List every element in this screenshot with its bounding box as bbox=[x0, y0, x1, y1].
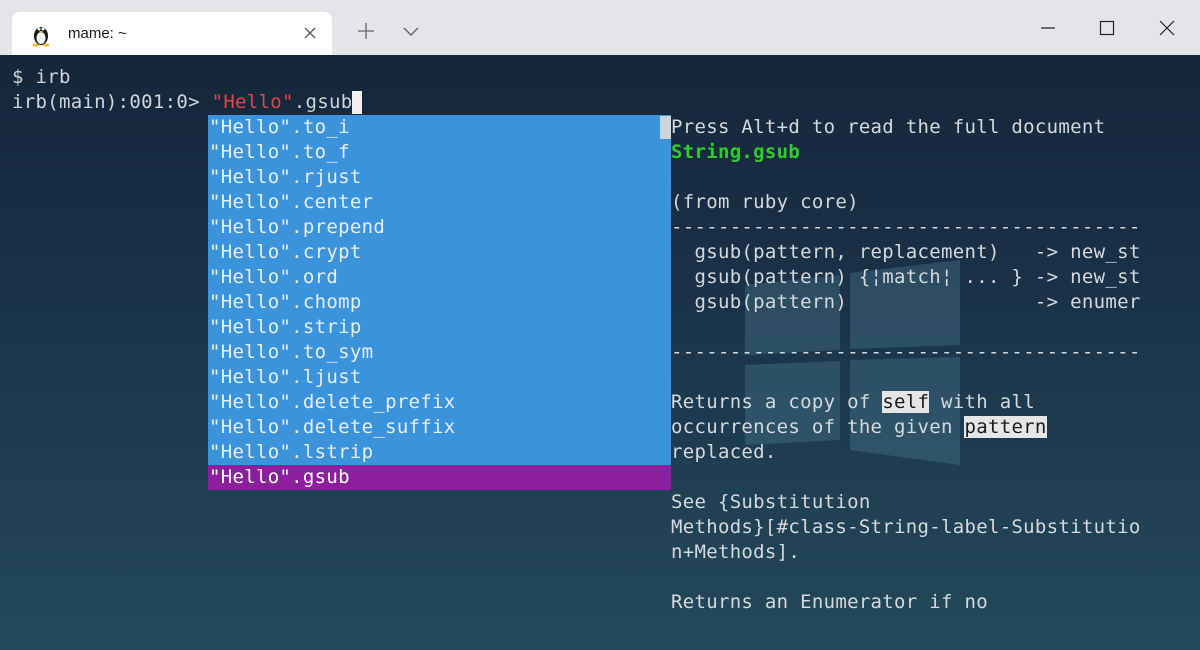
completion-item[interactable]: "Hello".chomp bbox=[208, 290, 671, 315]
doc-blank bbox=[671, 165, 1141, 190]
plus-icon[interactable] bbox=[357, 22, 375, 40]
completion-item[interactable]: "Hello".delete_prefix bbox=[208, 390, 671, 415]
completion-item[interactable]: "Hello".crypt bbox=[208, 240, 671, 265]
doc-code-highlight: self bbox=[882, 391, 930, 413]
completion-item[interactable]: "Hello".strip bbox=[208, 315, 671, 340]
completion-item[interactable]: "Hello".rjust bbox=[208, 165, 671, 190]
doc-signature: gsub(pattern) -> enumer bbox=[671, 291, 1141, 313]
doc-see-also: Methods}[#class-String-label-Substitutio bbox=[671, 516, 1141, 538]
completion-item[interactable]: "Hello".to_f bbox=[208, 140, 671, 165]
doc-signature: gsub(pattern) {¦match¦ ... } -> new_st bbox=[671, 266, 1141, 288]
doc-blank bbox=[671, 565, 1141, 590]
close-icon[interactable] bbox=[1158, 19, 1176, 37]
completion-item[interactable]: "Hello".to_sym bbox=[208, 340, 671, 365]
doc-hint: Press Alt+d to read the full document bbox=[671, 116, 1106, 138]
command-line: $ irb bbox=[12, 66, 71, 88]
completion-scrollbar[interactable] bbox=[660, 116, 671, 139]
irb-input-line[interactable]: irb(main):001:0> "Hello".gsub bbox=[12, 90, 363, 115]
chevron-down-icon[interactable] bbox=[402, 22, 420, 40]
completion-item[interactable]: "Hello".ljust bbox=[208, 365, 671, 390]
completion-item[interactable]: "Hello".delete_suffix bbox=[208, 415, 671, 440]
completion-item[interactable]: "Hello".center bbox=[208, 190, 671, 215]
close-tab-icon[interactable] bbox=[302, 25, 318, 41]
doc-see-also: n+Methods]. bbox=[671, 541, 801, 563]
doc-text: occurrences of the given bbox=[671, 416, 965, 438]
completion-item-selected[interactable]: "Hello".gsub bbox=[208, 465, 671, 490]
method-call: .gsub bbox=[293, 91, 353, 113]
doc-rule: ---------------------------------------- bbox=[671, 216, 1141, 238]
doc-blank bbox=[671, 465, 1141, 490]
completion-item[interactable]: "Hello".to_i bbox=[208, 115, 671, 140]
doc-text: with all bbox=[929, 391, 1035, 413]
doc-signature: gsub(pattern, replacement) -> new_st bbox=[671, 241, 1141, 263]
documentation-pane: Press Alt+d to read the full document St… bbox=[671, 115, 1141, 635]
doc-source: (from ruby core) bbox=[671, 191, 859, 213]
text-cursor bbox=[352, 91, 363, 114]
minimize-icon[interactable] bbox=[1039, 19, 1057, 37]
completion-item[interactable]: "Hello".ord bbox=[208, 265, 671, 290]
maximize-icon[interactable] bbox=[1098, 19, 1116, 37]
doc-title: String.gsub bbox=[671, 141, 801, 163]
completion-item[interactable]: "Hello".prepend bbox=[208, 215, 671, 240]
irb-prompt: irb(main):001:0> bbox=[12, 91, 212, 113]
doc-description: replaced. bbox=[671, 441, 777, 463]
terminal-area[interactable]: $ irb irb(main):001:0> "Hello".gsub "Hel… bbox=[0, 55, 1200, 650]
doc-rule: ---------------------------------------- bbox=[671, 341, 1141, 363]
completion-item[interactable]: "Hello".lstrip bbox=[208, 440, 671, 465]
doc-code-highlight: pattern bbox=[964, 416, 1047, 438]
completion-list[interactable]: "Hello".to_i "Hello".to_f "Hello".rjust … bbox=[208, 115, 671, 490]
doc-blank bbox=[671, 365, 1141, 390]
doc-returns: Returns an Enumerator if no bbox=[671, 591, 988, 613]
linux-tux-icon bbox=[32, 26, 50, 46]
doc-description: occurrences of the given pattern bbox=[671, 415, 1141, 440]
doc-blank bbox=[671, 315, 1141, 340]
string-quote-open: " bbox=[211, 91, 224, 113]
title-bar: mame: ~ bbox=[0, 0, 1200, 55]
string-literal: Hello bbox=[223, 91, 283, 113]
string-quote-close: " bbox=[282, 91, 294, 113]
doc-see-also: See {Substitution bbox=[671, 491, 871, 513]
doc-description: Returns a copy of self with all bbox=[671, 390, 1141, 415]
terminal-tab[interactable]: mame: ~ bbox=[12, 12, 332, 55]
tab-title: mame: ~ bbox=[68, 25, 127, 42]
doc-text: Returns a copy of bbox=[671, 391, 883, 413]
